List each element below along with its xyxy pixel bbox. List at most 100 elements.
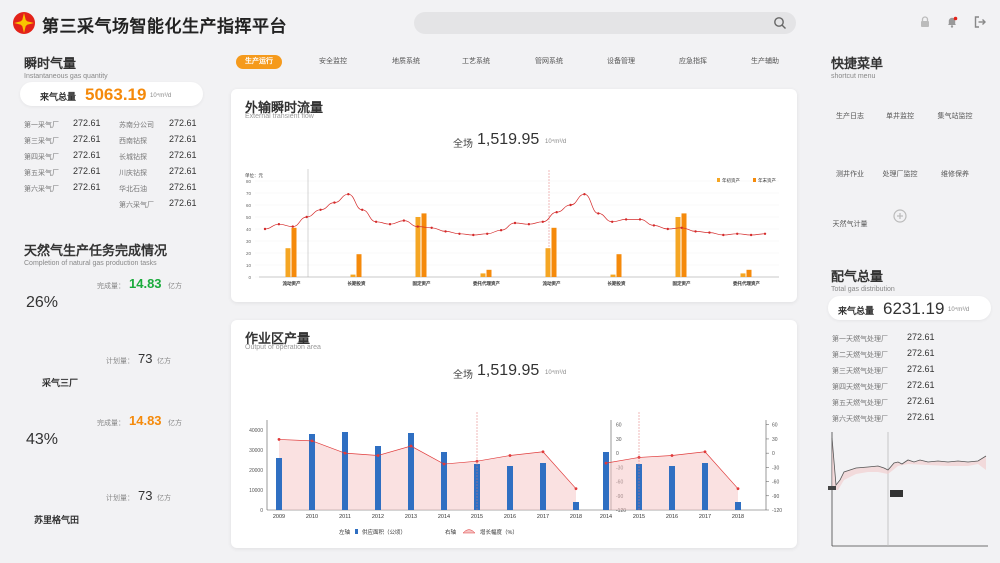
panel2-total-value: 1,519.95 (477, 362, 540, 379)
chart1-ytick: 60 (246, 203, 252, 208)
chart1-bar (675, 217, 681, 277)
chart1-point (402, 219, 406, 222)
chart2-xtick: 2014 (438, 514, 450, 520)
bar-chart-icon[interactable] (947, 92, 963, 108)
chart2-legend-swatch (355, 529, 358, 534)
chart1-ytick: 80 (246, 179, 252, 184)
chart2-point (277, 438, 281, 441)
list-item-name: 第三天燃气处理厂 (832, 368, 888, 375)
chart1-bar (610, 274, 616, 277)
calculator-icon[interactable] (842, 200, 858, 216)
chart1-xtick: 固定资产 (413, 280, 431, 287)
chart1-point (680, 226, 683, 229)
chart1-bar (545, 248, 551, 277)
tab-2[interactable]: 地质系统 (383, 55, 429, 69)
lock-icon[interactable] (918, 15, 932, 29)
search-input[interactable] (414, 12, 796, 34)
list-item-name: 第四天燃气处理厂 (832, 384, 888, 391)
chart2-point (310, 439, 314, 443)
chart2-point (703, 450, 707, 454)
list-item: 第四天燃气处理厂 272.61 (832, 380, 947, 394)
tab-4[interactable]: 管网系统 (526, 55, 572, 69)
tab-1[interactable]: 安全监控 (310, 55, 356, 69)
chart2-xtick: 2012 (372, 514, 384, 520)
shortcut-label[interactable]: 处理厂监控 (875, 169, 925, 179)
chart2-point (670, 454, 674, 457)
done-unit: 亿方 (168, 283, 182, 290)
chart2-left-tick: 20000 (249, 468, 263, 474)
chart1-bar (285, 248, 291, 277)
distribution-title: 配气总量 (831, 269, 884, 284)
chart1-point (763, 232, 767, 235)
chart1-point (597, 212, 600, 215)
chart2-left-axis-label: 左轴 (339, 528, 351, 536)
gauge-percent: 43 (26, 431, 44, 448)
chart2-bar (603, 452, 609, 510)
shortcut-label[interactable]: 天然气计量 (825, 219, 875, 229)
done-unit: 亿方 (168, 420, 182, 427)
tab-5[interactable]: 设备管理 (598, 55, 644, 69)
shortcut-label[interactable]: 集气站监控 (930, 111, 980, 121)
trend-marker (828, 486, 836, 490)
shortcut-label[interactable]: 生产日志 (825, 111, 875, 121)
chart2-xtick: 2018 (732, 514, 744, 520)
chart1-ytick: 50 (246, 215, 252, 220)
chart2-bar (342, 432, 348, 510)
plan-value: 73 (138, 351, 153, 366)
external-flow-chart: 单位：元 0 10 20 30 40 50 60 70 80 流动资产 长期投资 固定资产 委托代理资产 流… (245, 169, 779, 287)
chart1-point (666, 227, 669, 231)
document-icon[interactable] (842, 150, 858, 166)
task-gauge: 43% (26, 431, 58, 449)
tab-7[interactable]: 生产辅助 (742, 55, 788, 69)
chart1-point (263, 227, 267, 231)
chart1-point (361, 208, 364, 211)
gauge-name: 苏里格气田 (34, 515, 80, 525)
chart1-ytick: 0 (248, 275, 251, 280)
wrench-doc-icon[interactable] (947, 150, 963, 166)
tab-0[interactable]: 生产运行 (236, 55, 282, 69)
chart1-ytick: 10 (246, 263, 252, 268)
building-icon[interactable] (892, 150, 908, 166)
chart2-right-tick: 0 (772, 451, 775, 457)
plan-unit: 亿方 (157, 495, 171, 502)
shortcut-label[interactable]: 单井监控 (875, 111, 925, 121)
gauge-percent-sign: % (43, 431, 59, 448)
camera-icon[interactable] (892, 92, 908, 108)
shortcut-label[interactable]: 维修保养 (930, 169, 980, 179)
exit-icon[interactable] (973, 15, 987, 29)
list-item-value: 272.61 (907, 348, 935, 358)
gauge-percent-sign: % (43, 294, 59, 311)
chart2-right-tick: -30 (772, 465, 779, 471)
chart1-bar (291, 227, 297, 277)
shortcut-label[interactable]: 测井作业 (825, 169, 875, 179)
chart1-ytick: 70 (246, 191, 252, 196)
done-value: 14.83 (129, 276, 162, 291)
tab-3[interactable]: 工艺系统 (453, 55, 499, 69)
chart1-point (319, 208, 322, 211)
chart1-xtick: 固定资产 (673, 280, 691, 287)
chart1-xtick: 委托代理资产 (473, 280, 500, 287)
chart2-legend-label: 供应面积（公顷） (362, 528, 406, 536)
chart1-point (416, 225, 419, 228)
list-item: 第五天燃气处理厂 272.61 (832, 396, 947, 410)
calendar-icon[interactable] (842, 92, 858, 108)
panel1-total-value: 1,519.95 (477, 131, 540, 148)
tab-6[interactable]: 应急指挥 (670, 55, 716, 69)
chart1-point (611, 220, 614, 223)
bell-icon[interactable] (945, 15, 959, 29)
panel1-total-label: 全场 (453, 139, 473, 150)
chart2-point (541, 450, 545, 454)
chart2-xtick: 2013 (405, 514, 417, 520)
chart2-xtick: 2016 (666, 514, 678, 520)
add-shortcut-icon[interactable] (893, 209, 907, 223)
chart2-right-tick: -90 (772, 494, 779, 500)
chart2-xtick: 2010 (306, 514, 318, 520)
chart2-left-tick: 10000 (249, 488, 263, 494)
chart1-point (694, 230, 697, 233)
search-icon[interactable] (773, 16, 787, 30)
chart1-point (513, 221, 517, 225)
chart2-xtick: 2016 (504, 514, 516, 520)
chart1-unit-label: 单位：元 (245, 172, 263, 179)
chart2-point (376, 454, 380, 457)
chart1-ytick: 30 (246, 239, 252, 244)
